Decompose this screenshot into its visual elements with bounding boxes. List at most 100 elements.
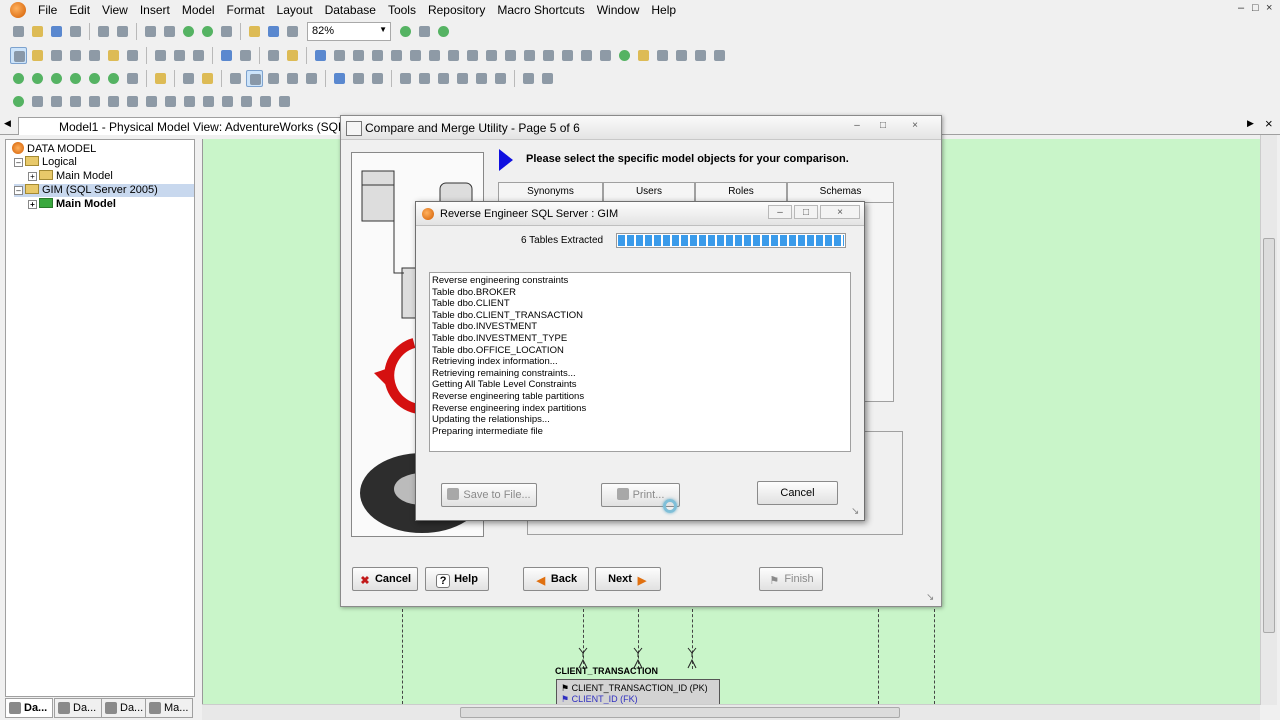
- domain-icon[interactable]: [143, 93, 160, 110]
- mdi-close-icon[interactable]: ×: [1266, 2, 1272, 14]
- triangle-icon[interactable]: [67, 70, 84, 87]
- index-icon[interactable]: [67, 93, 84, 110]
- redo-icon[interactable]: [237, 47, 254, 64]
- forward-engineer-icon[interactable]: [180, 23, 197, 40]
- vertical-scroll-thumb[interactable]: [1263, 238, 1275, 633]
- align-2-icon[interactable]: [416, 70, 433, 87]
- text-box-icon[interactable]: [180, 70, 197, 87]
- default-icon[interactable]: [105, 93, 122, 110]
- entity-icon[interactable]: [312, 47, 329, 64]
- menu-edit[interactable]: Edit: [63, 1, 96, 19]
- bottom-tab-data-dictionary[interactable]: Da...: [54, 698, 102, 718]
- database-icon[interactable]: [265, 23, 282, 40]
- reverse-dialog-titlebar[interactable]: Reverse Engineer SQL Server : GIM – □ ×: [416, 202, 864, 226]
- bottom-tab-macros[interactable]: Ma...: [145, 698, 193, 718]
- pentagon-icon[interactable]: [86, 70, 103, 87]
- align-6-icon[interactable]: [492, 70, 509, 87]
- layout-incremental-icon[interactable]: [350, 70, 367, 87]
- rule-icon[interactable]: [124, 93, 141, 110]
- relationship-view-icon[interactable]: [445, 47, 462, 64]
- paste-icon[interactable]: [190, 47, 207, 64]
- align-middle-icon[interactable]: [540, 47, 557, 64]
- role-icon[interactable]: [635, 47, 652, 64]
- tablespace-icon[interactable]: [238, 93, 255, 110]
- tree-item-data-model[interactable]: DATA MODEL: [12, 142, 96, 156]
- ellipse-icon[interactable]: [29, 70, 46, 87]
- column-icon[interactable]: [29, 93, 46, 110]
- collapse-icon[interactable]: –: [14, 186, 23, 195]
- repository-icon[interactable]: [246, 23, 263, 40]
- compare-dialog-titlebar[interactable]: Compare and Merge Utility - Page 5 of 6 …: [341, 116, 941, 140]
- horizontal-scrollbar[interactable]: [202, 704, 1260, 720]
- globe-icon[interactable]: [397, 23, 414, 40]
- relationship-recursive-icon[interactable]: [426, 47, 443, 64]
- layout-symmetric-icon[interactable]: [369, 70, 386, 87]
- maximize-icon[interactable]: □: [871, 119, 895, 133]
- table-icon[interactable]: [10, 93, 27, 110]
- format-painter-icon[interactable]: [265, 47, 282, 64]
- notes-icon[interactable]: [284, 47, 301, 64]
- circle-icon[interactable]: [48, 70, 65, 87]
- trigger-icon[interactable]: [673, 47, 690, 64]
- distribute-icon[interactable]: [578, 47, 595, 64]
- image-export-icon[interactable]: [161, 23, 178, 40]
- menu-macro-shortcuts[interactable]: Macro Shortcuts: [491, 1, 590, 19]
- relationship-identifying-icon[interactable]: [350, 47, 367, 64]
- arrow-right-icon[interactable]: [152, 70, 169, 87]
- layout-orthogonal-icon[interactable]: [284, 70, 301, 87]
- menu-model[interactable]: Model: [176, 1, 221, 19]
- entity-column-pk[interactable]: ⚑ CLIENT_TRANSACTION_ID (PK): [561, 683, 719, 694]
- schema-icon[interactable]: [181, 93, 198, 110]
- package-icon[interactable]: [162, 93, 179, 110]
- find-icon[interactable]: [416, 23, 433, 40]
- minimize-icon[interactable]: –: [768, 205, 792, 219]
- close-icon[interactable]: ×: [903, 119, 927, 133]
- collapse-icon[interactable]: –: [14, 158, 23, 167]
- mdi-minimize-icon[interactable]: –: [1238, 2, 1244, 14]
- copy-icon[interactable]: [171, 47, 188, 64]
- relationship-many-icon[interactable]: [388, 47, 405, 64]
- tab-model-view[interactable]: Model1 - Physical Model View: AdventureW…: [18, 117, 348, 135]
- menu-window[interactable]: Window: [591, 1, 646, 19]
- key-icon[interactable]: [48, 93, 65, 110]
- tab-schemas[interactable]: Schemas: [787, 182, 894, 202]
- model-icon[interactable]: [218, 23, 235, 40]
- sequence-icon[interactable]: [692, 47, 709, 64]
- hexagon-icon[interactable]: [105, 70, 122, 87]
- cancel-button[interactable]: ✖ Cancel: [352, 567, 418, 591]
- resize-grip-icon[interactable]: ↘: [851, 506, 859, 517]
- grid-icon[interactable]: [435, 23, 452, 40]
- align-center-icon[interactable]: [483, 47, 500, 64]
- polygon-icon[interactable]: [124, 70, 141, 87]
- menu-repository[interactable]: Repository: [422, 1, 491, 19]
- menu-format[interactable]: Format: [221, 1, 271, 19]
- storage-icon[interactable]: [257, 93, 274, 110]
- vertical-scrollbar[interactable]: [1260, 135, 1277, 705]
- finish-button[interactable]: ⚑ Finish: [759, 567, 823, 591]
- redo-icon[interactable]: [114, 23, 131, 40]
- tab-scroll-right-icon[interactable]: ▶: [1247, 118, 1254, 129]
- cut-icon[interactable]: [152, 47, 169, 64]
- relationship-subtype-icon[interactable]: [407, 47, 424, 64]
- bottom-tab-data-model[interactable]: Da...: [5, 698, 53, 718]
- undo-icon[interactable]: [218, 47, 235, 64]
- help-button[interactable]: ? Help: [425, 567, 489, 591]
- tab-scroll-left-icon[interactable]: ◀: [4, 118, 11, 129]
- reference-icon[interactable]: [276, 93, 293, 110]
- tree-item-physical-gim[interactable]: – GIM (SQL Server 2005): [14, 184, 194, 197]
- tree-item-main-model-physical[interactable]: + Main Model: [28, 198, 116, 211]
- hand-icon[interactable]: [29, 47, 46, 64]
- save-to-file-button[interactable]: Save to File...: [441, 483, 537, 507]
- settings-icon[interactable]: [284, 23, 301, 40]
- open-icon[interactable]: [29, 23, 46, 40]
- reverse-cancel-button[interactable]: Cancel: [757, 481, 838, 505]
- horizontal-scroll-thumb[interactable]: [460, 707, 900, 718]
- zoom-in-icon[interactable]: [48, 47, 65, 64]
- save-icon[interactable]: [48, 23, 65, 40]
- layout-selected-icon[interactable]: [246, 70, 263, 87]
- user-icon[interactable]: [616, 47, 633, 64]
- undo-icon[interactable]: [95, 23, 112, 40]
- entity-client-transaction[interactable]: ⚑ CLIENT_TRANSACTION_ID (PK) ⚑ CLIENT_ID…: [556, 679, 720, 705]
- align-bottom-icon[interactable]: [559, 47, 576, 64]
- pan-icon[interactable]: [105, 47, 122, 64]
